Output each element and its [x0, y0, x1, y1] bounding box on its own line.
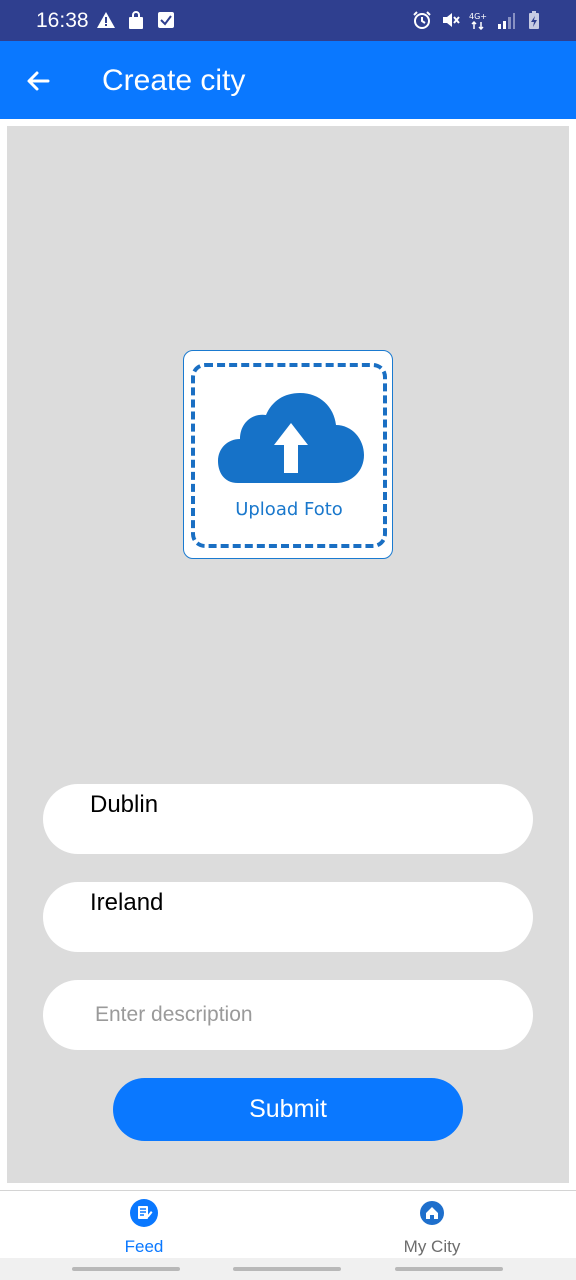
alarm-icon: [413, 11, 431, 29]
nav-label-my-city: My City: [403, 1237, 461, 1256]
nav-label-feed: Feed: [124, 1237, 164, 1256]
cloud-upload-icon: [218, 393, 364, 483]
gesture-bar: [0, 1258, 576, 1280]
app-bar: Create city: [0, 41, 576, 119]
description-input[interactable]: [95, 980, 515, 1050]
check-box-icon: [158, 12, 174, 28]
page-title: Create city: [102, 64, 246, 97]
city-value: Dublin: [90, 791, 159, 818]
nav-item-my-city[interactable]: My City: [332, 1191, 532, 1259]
gesture-handle-right[interactable]: [395, 1267, 503, 1271]
country-value: Ireland: [90, 889, 164, 916]
home-icon: [420, 1201, 444, 1225]
status-right-icons: 4G+: [412, 10, 544, 30]
bottom-nav: Feed My City: [0, 1190, 576, 1258]
status-left-icons: [96, 10, 176, 30]
back-arrow-icon[interactable]: [22, 65, 54, 97]
city-field[interactable]: Dublin: [43, 784, 533, 854]
feed-icon: [130, 1199, 158, 1227]
svg-text:4G+: 4G+: [469, 12, 487, 21]
signal-icon: [498, 13, 515, 29]
create-city-form: Upload Foto Dublin Ireland Submit: [7, 126, 569, 1183]
gesture-handle-left[interactable]: [72, 1267, 180, 1271]
status-time: 16:38: [36, 9, 89, 32]
battery-icon: [529, 11, 539, 29]
description-field[interactable]: [43, 980, 533, 1050]
submit-button[interactable]: Submit: [113, 1078, 463, 1141]
upload-label: Upload Foto: [235, 499, 343, 520]
upload-photo-button[interactable]: Upload Foto: [183, 350, 393, 559]
gesture-handle-center[interactable]: [233, 1267, 341, 1271]
network-4g-icon: 4G+: [469, 12, 487, 30]
mute-icon: [443, 13, 460, 27]
bag-icon: [129, 11, 143, 29]
status-bar: 16:38 4G+: [0, 0, 576, 41]
warning-icon: [97, 12, 115, 28]
country-field[interactable]: Ireland: [43, 882, 533, 952]
nav-item-feed[interactable]: Feed: [44, 1191, 244, 1259]
